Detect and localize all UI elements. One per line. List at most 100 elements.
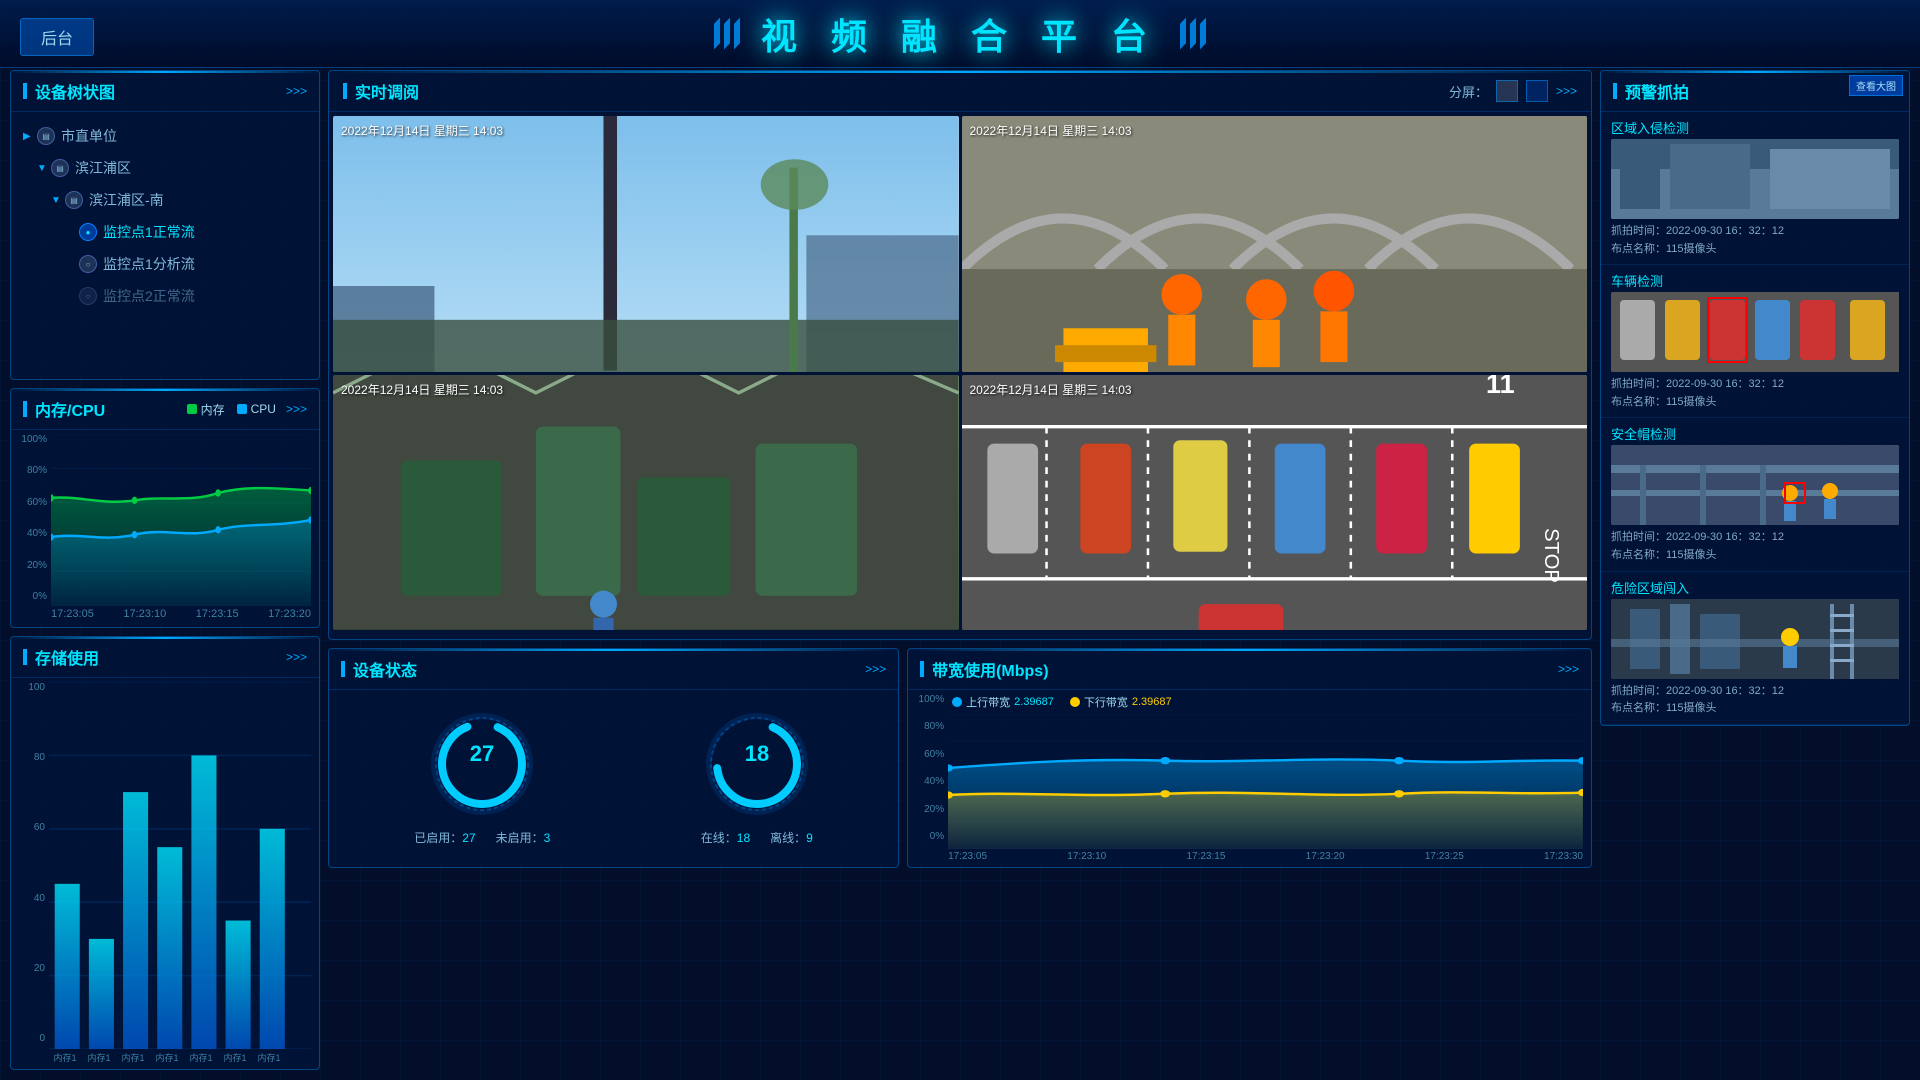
svg-text:18: 18 (745, 741, 769, 766)
tree-content: ▶ ▤ 市直单位 ▼ ▤ 滨江浦区 ▼ ▤ 滨江浦区-南 ● 监控点 (11, 112, 319, 320)
video-panel: 实时调阅 分屏： >>> (328, 70, 1592, 640)
device-status-more[interactable]: >>> (865, 662, 886, 676)
alert-img-3 (1611, 599, 1899, 679)
alerts-panel: 预警抓拍 >>> 区域入侵检测 查看大图 (1600, 70, 1910, 726)
alert-item-3: 危险区域闯入 查看大图 (1601, 572, 1909, 725)
cpu-mem-more[interactable]: >>> (286, 402, 307, 416)
tree-item-2[interactable]: ▼ ▤ 滨江浦区-南 (23, 184, 307, 216)
storage-header: 存储使用 >>> (11, 637, 319, 678)
right-panel: 预警抓拍 >>> 区域入侵检测 查看大图 (1600, 70, 1910, 1070)
storage-title: 存储使用 (23, 645, 99, 669)
video-cell-2[interactable]: 2022年12月14日 星期三 14:03 (962, 116, 1588, 372)
alert-info-0: 抓拍时间：2022-09-30 16：32：12 布点名称：115摄像头 (1611, 223, 1899, 258)
gauge-online: 18 在线：18 离线：9 (701, 709, 813, 846)
cpu-legend: CPU (237, 401, 276, 418)
gauge-enabled: 27 已启用：27 未启用：3 (414, 709, 550, 846)
device-tree-panel: 设备树状图 >>> ▶ ▤ 市直单位 ▼ ▤ 滨江浦区 ▼ ▤ 滨江浦区-南 (10, 70, 320, 380)
svg-text:11: 11 (1486, 375, 1515, 399)
arrow-icon-1: ▼ (37, 163, 51, 174)
device-tree-more[interactable]: >>> (286, 84, 307, 98)
storage-chart (49, 682, 311, 1049)
svg-text:27: 27 (470, 741, 494, 766)
alerts-title: 预警抓拍 (1613, 79, 1689, 103)
split-label: 分屏： (1449, 82, 1488, 101)
alert-img-1 (1611, 292, 1899, 372)
gauge-enabled-svg: 27 (427, 709, 537, 819)
bandwidth-chart (948, 714, 1583, 849)
down-dot (1070, 697, 1080, 707)
device-status-panel: 设备状态 >>> 27 (328, 648, 899, 868)
video-timestamp-4: 2022年12月14日 星期三 14:03 (970, 381, 1132, 398)
arrow-icon-0: ▶ (23, 131, 37, 142)
header-deco-right (1180, 18, 1206, 50)
cpu-mem-header: 内存/CPU 内存 CPU >>> (11, 389, 319, 430)
split-4-btn[interactable] (1526, 80, 1548, 102)
tree-item-1[interactable]: ▼ ▤ 滨江浦区 (23, 152, 307, 184)
alert-title-2: 安全帽检测 查看大图 (1611, 424, 1899, 443)
video-timestamp-3: 2022年12月14日 星期三 14:03 (341, 381, 503, 398)
realtime-more[interactable]: >>> (1556, 84, 1577, 98)
cpu-mem-panel: 内存/CPU 内存 CPU >>> (10, 388, 320, 628)
page-title: 视 频 融 合 平 台 (761, 8, 1159, 60)
alert-info-1: 抓拍时间：2022-09-30 16：32：12 布点名称：115摄像头 (1611, 376, 1899, 411)
folder-icon-0: ▤ (37, 127, 55, 145)
header: 后台 视 频 融 合 平 台 (0, 0, 1920, 68)
back-button[interactable]: 后台 (20, 18, 94, 56)
alert-info-2: 抓拍时间：2022-09-30 16：32：12 布点名称：115摄像头 (1611, 529, 1899, 564)
cpu-mem-title: 内存/CPU (23, 397, 105, 421)
bandwidth-header: 带宽使用(Mbps) >>> (908, 649, 1591, 690)
down-bandwidth-legend: 下行带宽 2.39687 (1070, 694, 1172, 710)
mem-legend-dot (187, 404, 197, 414)
cpu-mem-chart (51, 434, 311, 606)
svg-text:STOP: STOP (1540, 528, 1562, 583)
bandwidth-more[interactable]: >>> (1558, 662, 1579, 676)
up-bandwidth-legend: 上行带宽 2.39687 (952, 694, 1054, 710)
bandwidth-panel: 带宽使用(Mbps) >>> 100% 80% 60% 40% 20% 0% (907, 648, 1592, 868)
bottom-center: 设备状态 >>> 27 (328, 648, 1592, 1070)
alert-img-0 (1611, 139, 1899, 219)
storage-more[interactable]: >>> (286, 650, 307, 664)
video-cell-4[interactable]: 11 22 STOP → → 2022年12月14日 星期三 14:03 (962, 375, 1588, 631)
gauge-enabled-values: 已启用：27 未启用：3 (414, 829, 550, 846)
gauge-online-svg: 18 (702, 709, 812, 819)
mem-legend: 内存 (187, 401, 225, 418)
camera-icon-5: ○ (79, 287, 97, 305)
video-panel-header: 实时调阅 分屏： >>> (329, 71, 1591, 112)
alert-title-0: 区域入侵检测 查看大图 (1611, 118, 1899, 137)
arrow-icon-2: ▼ (51, 195, 65, 206)
split-1-btn[interactable] (1496, 80, 1518, 102)
alert-item-0: 区域入侵检测 查看大图 抓拍时间：2022-09-30 16：32：12 布点名… (1601, 112, 1909, 265)
camera-icon-3: ● (79, 223, 97, 241)
tree-item-4[interactable]: ○ 监控点1分析流 (23, 248, 307, 280)
video-grid: 2022年12月14日 星期三 14:03 (329, 112, 1591, 634)
header-deco-left (714, 18, 740, 50)
left-panel: 设备树状图 >>> ▶ ▤ 市直单位 ▼ ▤ 滨江浦区 ▼ ▤ 滨江浦区-南 (10, 70, 320, 1070)
tree-item-5[interactable]: ○ 监控点2正常流 (23, 280, 307, 312)
storage-panel: 存储使用 >>> 100 80 60 40 20 0 (10, 636, 320, 1070)
device-status-header: 设备状态 >>> (329, 649, 898, 690)
tree-item-3[interactable]: ● 监控点1正常流 (23, 216, 307, 248)
alert-item-1: 车辆检测 查看大图 (1601, 265, 1909, 418)
realtime-title: 实时调阅 (343, 79, 419, 103)
alert-img-2 (1611, 445, 1899, 525)
tree-item-0[interactable]: ▶ ▤ 市直单位 (23, 120, 307, 152)
alert-title-1: 车辆检测 查看大图 (1611, 271, 1899, 290)
cpu-legend-dot (237, 404, 247, 414)
center-panel: 实时调阅 分屏： >>> (328, 70, 1592, 1070)
camera-icon-4: ○ (79, 255, 97, 273)
video-cell-1[interactable]: 2022年12月14日 星期三 14:03 (333, 116, 959, 372)
video-cell-3[interactable]: 2022年12月14日 星期三 14:03 (333, 375, 959, 631)
gauges-area: 27 已启用：27 未启用：3 (329, 690, 898, 864)
alert-title-3: 危险区域闯入 查看大图 (1611, 578, 1899, 597)
gauge-online-values: 在线：18 离线：9 (701, 829, 813, 846)
folder-icon-1: ▤ (51, 159, 69, 177)
bandwidth-title: 带宽使用(Mbps) (920, 657, 1048, 681)
video-timestamp-1: 2022年12月14日 星期三 14:03 (341, 122, 503, 139)
device-tree-header: 设备树状图 >>> (11, 71, 319, 112)
alert-view-btn-3[interactable]: 查看大图 (1849, 75, 1903, 96)
folder-icon-2: ▤ (65, 191, 83, 209)
video-timestamp-2: 2022年12月14日 星期三 14:03 (970, 122, 1132, 139)
alert-item-2: 安全帽检测 查看大图 (1601, 418, 1909, 571)
device-status-title: 设备状态 (341, 657, 417, 681)
device-tree-title: 设备树状图 (23, 79, 115, 103)
